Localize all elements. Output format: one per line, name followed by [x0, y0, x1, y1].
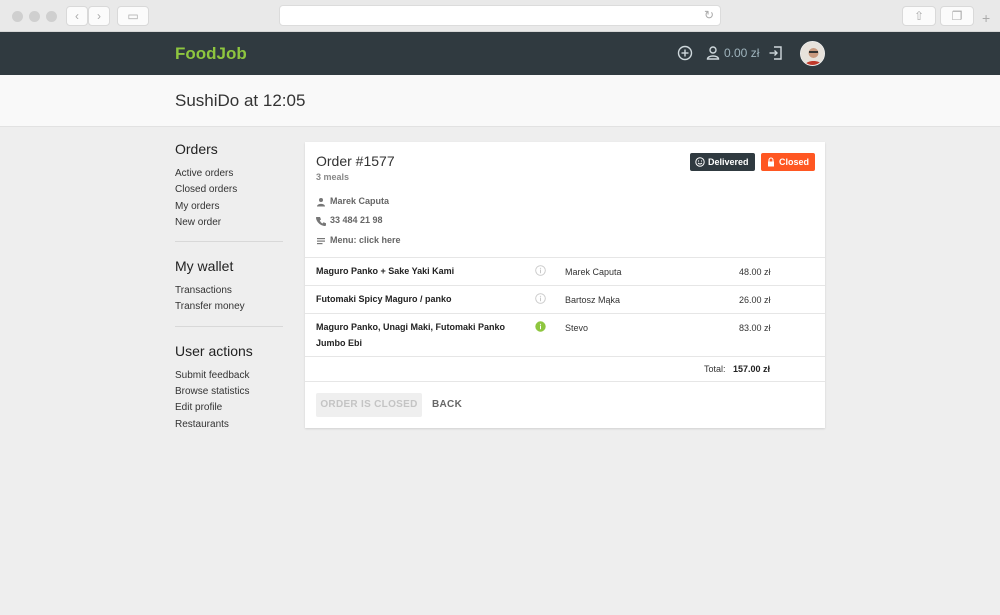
- add-order-icon[interactable]: [676, 44, 694, 62]
- sidebar-item-transfer-money[interactable]: Transfer money: [175, 299, 283, 315]
- order-card: Order #1577 3 meals Delivered Closed Mar…: [305, 142, 825, 428]
- user-icon[interactable]: [704, 44, 722, 62]
- person-icon: [317, 198, 325, 207]
- order-phone: 33 484 21 98: [316, 215, 383, 226]
- close-window-dot[interactable]: [12, 11, 23, 22]
- sidebar-item-browse-statistics[interactable]: Browse statistics: [175, 384, 283, 400]
- table-row-meal: Futomaki Spicy Maguro / panko: [316, 294, 452, 304]
- logout-icon[interactable]: [767, 44, 785, 62]
- avatar-image: [801, 42, 824, 65]
- table-divider: [305, 381, 825, 382]
- sidebar-item-closed-orders[interactable]: Closed orders: [175, 182, 283, 198]
- browser-chrome: ‹ › ▭ ↻ ⇧ ❐ +: [0, 0, 1000, 32]
- delivered-badge-label: Delivered: [708, 157, 749, 167]
- reload-icon[interactable]: ↻: [704, 8, 714, 22]
- table-row-person: Bartosz Mąka: [565, 295, 621, 305]
- order-title: Order #1577: [316, 153, 395, 169]
- browser-forward-icon[interactable]: ›: [88, 6, 110, 26]
- new-tab-icon[interactable]: +: [982, 10, 990, 26]
- order-closed-button[interactable]: ORDER IS CLOSED: [316, 393, 422, 417]
- table-divider: [305, 356, 825, 357]
- order-menu: Menu: click here: [316, 235, 401, 245]
- table-row-price: 48.00 zł: [739, 267, 771, 277]
- delivered-badge: Delivered: [690, 153, 755, 171]
- back-button[interactable]: BACK: [432, 399, 462, 410]
- total-value: 157.00 zł: [733, 364, 771, 374]
- sidebar-item-active-orders[interactable]: Active orders: [175, 166, 283, 182]
- avatar[interactable]: [800, 41, 825, 66]
- info-icon[interactable]: [535, 265, 546, 276]
- table-row-price: 83.00 zł: [739, 323, 771, 333]
- sidebar-section-orders-title: Orders: [175, 141, 218, 157]
- table-row-meal: Maguro Panko, Unagi Maki, Futomaki Panko…: [316, 322, 506, 348]
- closed-badge: Closed: [761, 153, 816, 171]
- table-divider: [305, 257, 825, 258]
- table-divider: [305, 313, 825, 314]
- table-row-meal: Maguro Panko + Sake Yaki Kami: [316, 266, 455, 276]
- browser-back-icon[interactable]: ‹: [66, 6, 88, 26]
- sidebar: Orders Active orders Closed orders My or…: [175, 141, 283, 433]
- smile-icon: [695, 157, 705, 167]
- lock-icon: [768, 157, 774, 167]
- table-row-person: Marek Caputa: [565, 267, 622, 277]
- table-row-price: 26.00 zł: [739, 295, 771, 305]
- sidebar-section-user-actions-title: User actions: [175, 342, 253, 359]
- info-active-icon[interactable]: [535, 321, 546, 332]
- share-icon[interactable]: ⇧: [902, 6, 936, 26]
- sidebar-item-my-orders[interactable]: My orders: [175, 199, 283, 215]
- sidebar-item-transactions[interactable]: Transactions: [175, 283, 283, 299]
- maximize-window-dot[interactable]: [46, 11, 57, 22]
- minimize-window-dot[interactable]: [29, 11, 40, 22]
- table-row-person: Stevo: [565, 323, 589, 333]
- total-label: Total:: [704, 364, 726, 374]
- brand-logo[interactable]: FoodJob: [175, 44, 247, 64]
- phone-icon: [316, 217, 326, 226]
- sidebar-section-wallet-title: My wallet: [175, 258, 234, 275]
- address-bar[interactable]: ↻: [279, 5, 721, 26]
- app-header: FoodJob 0.00 zł: [0, 32, 1000, 75]
- meals-count: 3 meals: [316, 172, 350, 182]
- wallet-balance[interactable]: 0.00 zł: [724, 46, 759, 60]
- page-title: SushiDo at 12:05: [175, 91, 306, 110]
- sidebar-toggle-icon[interactable]: ▭: [117, 6, 149, 26]
- table-divider: [305, 285, 825, 286]
- sidebar-item-submit-feedback[interactable]: Submit feedback: [175, 368, 283, 384]
- menu-lines-icon: [317, 238, 325, 245]
- order-owner-name: Marek Caputa: [330, 196, 390, 206]
- closed-badge-label: Closed: [779, 157, 810, 167]
- sidebar-divider: [175, 241, 283, 243]
- menu-link[interactable]: Menu: click here: [316, 235, 401, 245]
- info-icon[interactable]: [535, 293, 546, 304]
- order-owner: Marek Caputa: [316, 196, 390, 207]
- sidebar-divider: [175, 325, 283, 327]
- sidebar-item-new-order[interactable]: New order: [175, 215, 283, 231]
- sidebar-item-restaurants[interactable]: Restaurants: [175, 417, 283, 433]
- tabs-icon[interactable]: ❐: [940, 6, 974, 26]
- sidebar-item-edit-profile[interactable]: Edit profile: [175, 400, 283, 416]
- title-bar: SushiDo at 12:05: [0, 75, 1000, 127]
